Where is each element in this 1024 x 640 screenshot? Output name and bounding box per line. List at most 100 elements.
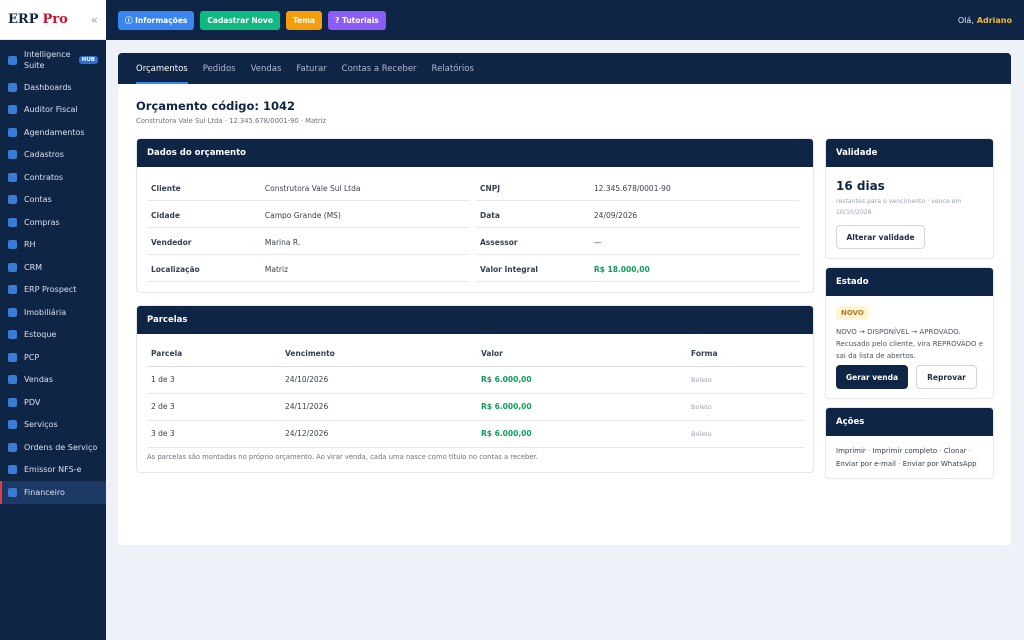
sidebar-item-compras[interactable]: Compras [0, 211, 106, 234]
page-title: Orçamento código: 1042 [136, 99, 296, 113]
sidebar-item-label: PDV [24, 397, 41, 407]
field-label: Cliente [147, 177, 261, 201]
sidebar-item-label: CRM [24, 262, 43, 272]
panel-title: Ações [826, 408, 993, 436]
module-icon [8, 172, 17, 182]
alterar-validade-button[interactable]: Alterar validade [836, 225, 925, 249]
forma-cell: Boleto [687, 366, 805, 394]
sidebar-item-label: Estoque [24, 330, 57, 340]
sidebar-item-agendamentos[interactable]: Agendamentos [0, 121, 106, 144]
tema-button[interactable]: Tema [285, 10, 323, 30]
tab-vendas[interactable]: Vendas [251, 53, 282, 84]
enviar-email-link[interactable]: Enviar por e-mail [836, 460, 896, 468]
sidebar-item-label: Dashboards [24, 82, 72, 92]
sidebar-item-label: RH [24, 240, 36, 250]
field-value: — [589, 231, 799, 255]
module-icon [8, 127, 17, 137]
estado-panel: Estado NOVO NOVO → DISPONÍVEL → APROVADO… [825, 267, 994, 399]
sidebar-item-estoque[interactable]: Estoque [0, 324, 106, 347]
table-header-row: Parcela Vencimento Valor Forma [147, 342, 805, 367]
sidebar-item-label: Ordens de Serviço [24, 442, 98, 452]
module-icon [8, 240, 17, 250]
parcela-cell: 3 de 3 [147, 420, 281, 448]
user-name[interactable]: Adriano [977, 16, 1012, 25]
dados-row: Cidade Campo Grande (MS) Data 24/09/2026 [147, 202, 805, 229]
brand-logo-accent: Pro [42, 12, 68, 27]
column-header: Forma [687, 342, 805, 367]
tutoriais-button[interactable]: ? Tutoriais [328, 10, 386, 30]
parcelas-note: As parcelas são montadas no próprio orça… [147, 453, 538, 461]
hub-badge: HUB [78, 56, 98, 64]
cadastrar-novo-button[interactable]: Cadastrar Novo [200, 10, 280, 30]
field-label: Valor Integral [476, 258, 590, 282]
tab-faturar[interactable]: Faturar [296, 53, 326, 84]
sidebar-item-servicos[interactable]: Serviços [0, 414, 106, 437]
module-icon [8, 82, 17, 92]
sidebar-item-intelligence-suite[interactable]: Intelligence Suite HUB [0, 44, 106, 76]
panel-title: Estado [826, 268, 993, 296]
tab-relatorios[interactable]: Relatórios [432, 53, 474, 84]
page-subtitle: Construtora Vale Sul Ltda · 12.345.678/0… [136, 117, 327, 125]
sidebar-item-emissor-nfse[interactable]: Emissor NFS-e [0, 459, 106, 482]
module-icon [8, 442, 17, 452]
sidebar-item-label: Intelligence Suite [24, 50, 71, 70]
sidebar-item-label: Cadastros [24, 150, 64, 160]
sidebar-item-label: Serviços [24, 420, 58, 430]
sidebar: ERP Pro « Intelligence Suite HUB Dashboa… [0, 0, 106, 640]
sidebar-item-financeiro[interactable]: Financeiro [0, 481, 106, 504]
field-label: Vendedor [147, 231, 261, 255]
table-row: 2 de 3 24/11/2026 R$ 6.000,00 Boleto [147, 393, 805, 421]
module-tabs: Orçamentos Pedidos Vendas Faturar Contas… [118, 53, 1011, 84]
sidebar-item-imobiliaria[interactable]: Imobiliária [0, 301, 106, 324]
valor-integral-value: R$ 18.000,00 [589, 258, 799, 282]
estado-description: NOVO → DISPONÍVEL → APROVADO. Recusado p… [836, 328, 984, 360]
tab-orcamentos[interactable]: Orçamentos [136, 53, 188, 84]
collapse-sidebar-icon[interactable]: « [91, 13, 98, 27]
vencimento-cell: 24/12/2026 [281, 420, 477, 448]
sidebar-item-crm[interactable]: CRM [0, 256, 106, 279]
imprimir-completo-link[interactable]: Imprimir completo [873, 447, 938, 455]
imprimir-link[interactable]: Imprimir [836, 447, 866, 455]
sidebar-item-erp-prospect[interactable]: ERP Prospect [0, 279, 106, 302]
module-icon [8, 330, 17, 340]
dados-row: Localização Matriz Valor Integral R$ 18.… [147, 256, 805, 283]
sidebar-item-contratos[interactable]: Contratos [0, 166, 106, 189]
forma-cell: Boleto [687, 420, 805, 448]
sidebar-item-label: Contas [24, 195, 52, 205]
brand-logo[interactable]: ERP [8, 12, 39, 27]
module-icon [8, 105, 17, 115]
sidebar-item-auditor-fiscal[interactable]: Auditor Fiscal [0, 99, 106, 122]
info-button[interactable]: ⓘ Informações [118, 10, 195, 30]
reprovar-button[interactable]: Reprovar [916, 365, 977, 389]
gerar-venda-button[interactable]: Gerar venda [836, 365, 908, 389]
sidebar-item-ordens-de-servico[interactable]: Ordens de Serviço [0, 436, 106, 459]
dados-row: Vendedor Marina R. Assessor — [147, 229, 805, 256]
module-icon [8, 397, 17, 407]
field-label: Localização [147, 258, 261, 282]
parcela-cell: 1 de 3 [147, 366, 281, 394]
dados-row: Cliente Construtora Vale Sul Ltda CNPJ 1… [147, 175, 805, 202]
tab-contas-a-receber[interactable]: Contas a Receber [342, 53, 417, 84]
sidebar-item-contas[interactable]: Contas [0, 189, 106, 212]
column-header: Vencimento [281, 342, 477, 367]
column-header: Valor [477, 342, 687, 367]
field-label: Data [476, 204, 590, 228]
sidebar-item-cadastros[interactable]: Cadastros [0, 144, 106, 167]
sidebar-item-label: Auditor Fiscal [24, 105, 78, 115]
user-greeting: Olá, Adriano [958, 16, 1012, 25]
module-icon [8, 150, 17, 160]
vencimento-cell: 24/11/2026 [281, 393, 477, 421]
sidebar-item-pcp[interactable]: PCP [0, 346, 106, 369]
enviar-whatsapp-link[interactable]: Enviar por WhatsApp [903, 460, 977, 468]
module-icon [8, 352, 17, 362]
module-icon [8, 55, 17, 65]
dados-panel: Dados do orçamento Cliente Construtora V… [136, 138, 814, 293]
sidebar-item-pdv[interactable]: PDV [0, 391, 106, 414]
sidebar-item-rh[interactable]: RH [0, 234, 106, 257]
sidebar-item-vendas[interactable]: Vendas [0, 369, 106, 392]
sidebar-item-dashboards[interactable]: Dashboards [0, 76, 106, 99]
clonar-link[interactable]: Clonar [944, 447, 967, 455]
tab-pedidos[interactable]: Pedidos [203, 53, 236, 84]
vencimento-cell: 24/10/2026 [281, 366, 477, 394]
dados-grid: Cliente Construtora Vale Sul Ltda CNPJ 1… [147, 175, 805, 283]
